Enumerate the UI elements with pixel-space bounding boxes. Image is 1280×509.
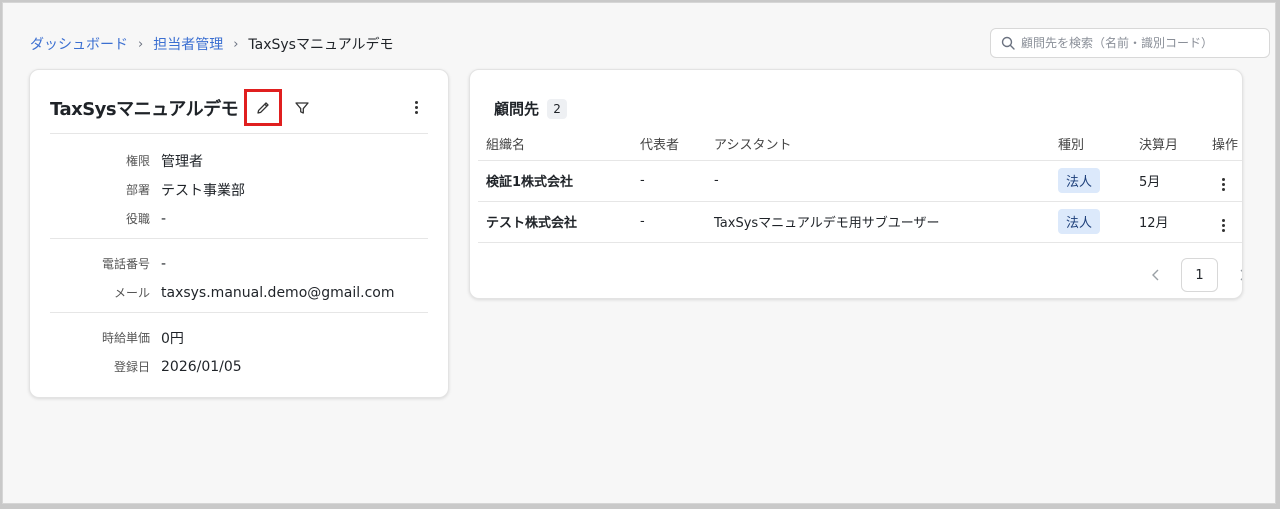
info-row-hourly-rate: 時給単価 0円 [50,323,428,352]
info-row-phone: 電話番号 - [50,249,428,278]
column-header-actions: 操作 [1204,128,1242,161]
column-header-type[interactable]: 種別 [1050,128,1131,161]
column-header-fiscal-month[interactable]: 決算月 [1131,128,1204,161]
filter-button[interactable] [294,100,310,116]
pagination: 1 [1146,258,1242,292]
info-value: - [161,210,167,227]
info-row-email: メール taxsys.manual.demo@gmail.com [50,278,428,307]
search-input[interactable] [1021,36,1261,50]
billing-section: 時給単価 0円 登録日 2026/01/05 [50,323,428,381]
info-label: メール [113,286,150,300]
role-section: 権限 管理者 部署 テスト事業部 役職 - [50,146,428,233]
cell-representative: - [632,160,706,202]
cell-assistant: - [706,160,1050,202]
cell-assistant: TaxSysマニュアルデモ用サブユーザー [706,201,1050,243]
info-value: 管理者 [161,153,203,170]
info-label: 権限 [125,154,150,168]
breadcrumb-staff-management[interactable]: 担当者管理 [153,34,223,54]
clients-table: 組織名 代表者 アシスタント 種別 決算月 操作 検証1株式会社 - - 法人 … [478,128,1242,243]
cell-org-name[interactable]: 検証1株式会社 [478,160,632,202]
breadcrumb-current: TaxSysマニュアルデモ [248,37,394,53]
pencil-icon [257,101,269,114]
breadcrumb-dashboard[interactable]: ダッシュボード [30,34,128,54]
more-vertical-icon[interactable] [415,101,418,114]
cell-type: 法人 [1050,160,1131,202]
type-badge: 法人 [1058,209,1101,234]
more-vertical-icon[interactable] [1222,219,1225,232]
table-header-row: 組織名 代表者 アシスタント 種別 決算月 操作 [478,128,1242,161]
column-header-assistant[interactable]: アシスタント [706,128,1050,161]
cell-actions [1204,160,1242,202]
contact-section: 電話番号 - メール taxsys.manual.demo@gmail.com [50,249,428,307]
search-icon [1001,36,1015,50]
info-row-department: 部署 テスト事業部 [50,175,428,204]
info-row-position: 役職 - [50,204,428,233]
table-row[interactable]: テスト株式会社 - TaxSysマニュアルデモ用サブユーザー 法人 12月 [478,201,1242,243]
cell-fiscal-month: 5月 [1131,160,1204,202]
info-value: taxsys.manual.demo@gmail.com [161,284,395,301]
client-search-box[interactable] [990,28,1270,58]
info-value: テスト事業部 [161,182,245,199]
cell-representative: - [632,201,706,243]
info-label: 時給単価 [101,331,150,345]
info-value: 2026/01/05 [161,358,242,375]
info-label: 役職 [125,212,150,226]
staff-name: TaxSysマニュアルデモ [50,98,239,120]
clients-count-badge: 2 [547,98,568,119]
breadcrumb: ダッシュボード › 担当者管理 › TaxSysマニュアルデモ [30,33,394,55]
staff-profile-card: TaxSysマニュアルデモ 権限 管理者 部署 テスト事業部 役職 - 電話番号… [29,69,449,398]
clients-title: 顧問先 [494,100,540,118]
info-label: 部署 [125,183,150,197]
info-label: 電話番号 [101,257,150,271]
cell-actions [1204,201,1242,243]
cell-org-name[interactable]: テスト株式会社 [478,201,632,243]
type-badge: 法人 [1058,168,1101,193]
column-header-representative[interactable]: 代表者 [632,128,706,161]
filter-icon [295,101,309,114]
breadcrumb-separator: › [233,36,239,52]
info-row-permission: 権限 管理者 [50,146,428,175]
chevron-left-icon[interactable] [1146,269,1166,281]
clients-header: 顧問先 2 [494,98,568,119]
breadcrumb-separator: › [138,36,144,52]
divider [50,312,428,313]
column-header-org[interactable]: 組織名 [478,128,632,161]
edit-button[interactable] [244,89,283,126]
more-vertical-icon[interactable] [1222,178,1225,191]
page-number-button[interactable]: 1 [1181,258,1218,292]
info-value: - [161,255,167,272]
info-value: 0円 [161,330,184,347]
profile-header: TaxSysマニュアルデモ [50,89,428,134]
info-label: 登録日 [113,360,150,374]
cell-fiscal-month: 12月 [1131,201,1204,243]
clients-card: 顧問先 2 組織名 代表者 アシスタント 種別 決算月 操作 検証1株式会社 -… [469,69,1243,299]
divider [50,238,428,239]
app-frame: ダッシュボード › 担当者管理 › TaxSysマニュアルデモ TaxSysマニ… [2,2,1276,504]
chevron-right-icon[interactable] [1233,269,1242,281]
cell-type: 法人 [1050,201,1131,243]
table-row[interactable]: 検証1株式会社 - - 法人 5月 [478,160,1242,202]
info-row-registered-date: 登録日 2026/01/05 [50,352,428,381]
